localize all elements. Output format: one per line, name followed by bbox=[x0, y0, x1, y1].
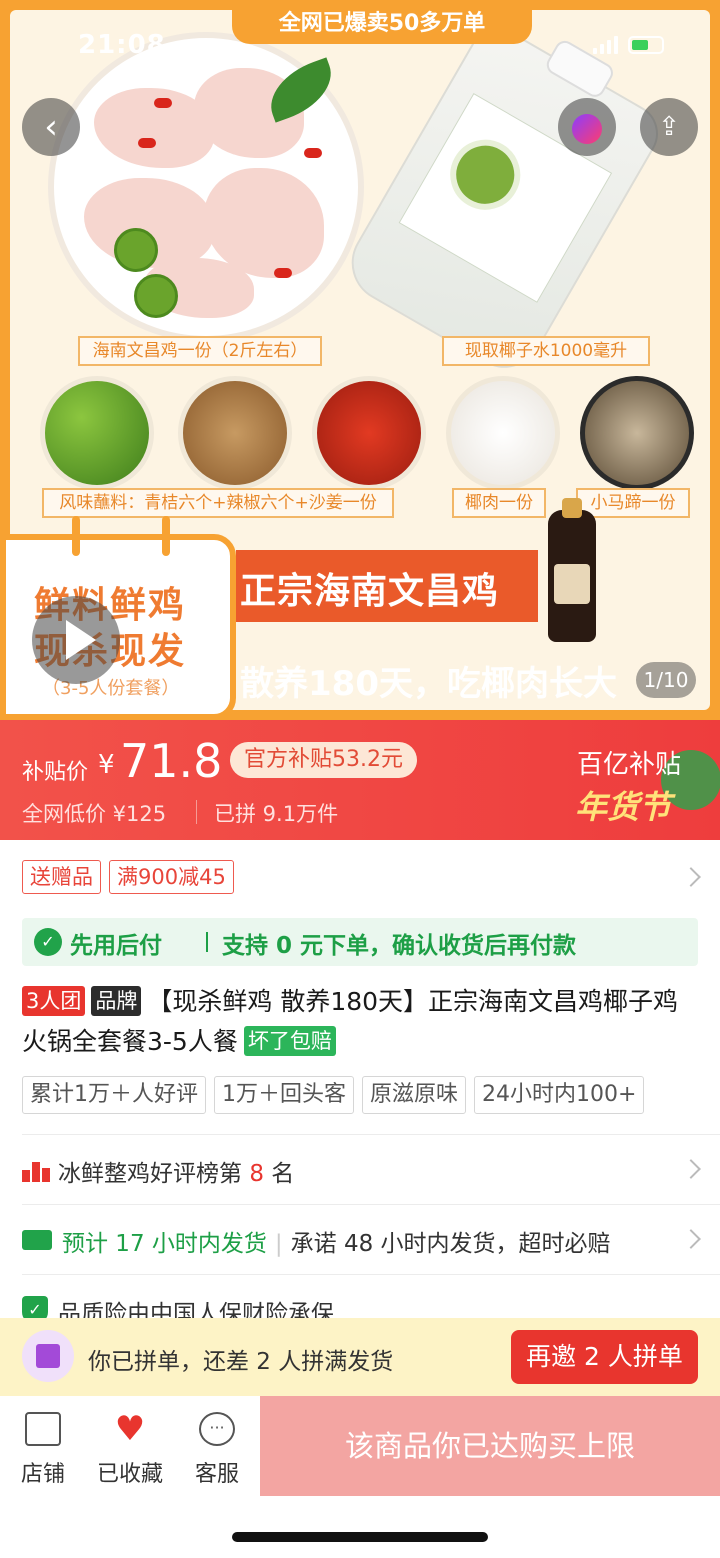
group-status-text: 你已拼单，还差 2 人拼满发货 bbox=[88, 1349, 394, 1375]
lime-image bbox=[114, 228, 158, 272]
sold-count: 已拼 9.1万件 bbox=[214, 802, 339, 826]
hero-subline: 散养180天，吃椰肉长大 bbox=[240, 664, 617, 704]
divider bbox=[22, 1134, 720, 1135]
caption-coconut-meat: 椰肉一份 bbox=[452, 488, 546, 518]
chili-slice bbox=[154, 98, 172, 108]
water-chestnut-bowl-image bbox=[580, 376, 694, 490]
divider bbox=[22, 1204, 720, 1205]
ranking-icon bbox=[22, 1158, 50, 1182]
bottom-nav: 店铺 ♥ 已收藏 ··· 客服 该商品你已达购买上限 bbox=[0, 1396, 720, 1496]
shirt-avatar-icon bbox=[22, 1330, 74, 1382]
truck-icon bbox=[22, 1230, 52, 1250]
promo-event-banner[interactable]: 百亿补贴 年货节 bbox=[545, 720, 720, 840]
home-indicator bbox=[232, 1532, 488, 1542]
chip-repeat[interactable]: 1万＋回头客 bbox=[214, 1076, 354, 1114]
product-page: 海南文昌鸡一份（2斤左右） 现取椰子水1000毫升 风味蘸料：青桔六个+辣椒六个… bbox=[0, 0, 720, 1558]
group-badge: 3人团 bbox=[22, 986, 86, 1016]
chili-slice bbox=[138, 138, 156, 148]
heart-icon: ♥ bbox=[114, 1409, 146, 1449]
product-title-block: 3人团 品牌 【现杀鲜鸡 散养180天】正宗海南文昌鸡椰子鸡火锅全套餐3-5人餐 坏了… bbox=[22, 982, 702, 1062]
image-page-indicator: 1/10 bbox=[636, 662, 696, 698]
play-video-icon[interactable] bbox=[32, 596, 120, 684]
sales-banner: 全网已爆卖50多万单 bbox=[232, 4, 532, 44]
caption-sauce: 风味蘸料：青桔六个+辣椒六个+沙姜一份 bbox=[42, 488, 394, 518]
share-icon[interactable]: ⇪ bbox=[640, 98, 698, 156]
purchase-limit-button[interactable]: 该商品你已达购买上限 bbox=[260, 1396, 720, 1496]
caption-coconut-water: 现取椰子水1000毫升 bbox=[442, 336, 650, 366]
pay-later-title: 先用后付 bbox=[70, 933, 162, 959]
tag-ring bbox=[162, 516, 170, 556]
group-buy-bar: 你已拼单，还差 2 人拼满发货 再邀 2 人拼单 bbox=[0, 1318, 720, 1396]
price-label: 补贴价 bbox=[22, 760, 89, 785]
back-button[interactable]: ‹ bbox=[22, 98, 80, 156]
brand-badge: 品牌 bbox=[91, 986, 142, 1016]
chip-shipping[interactable]: 24小时内100+ bbox=[474, 1076, 645, 1114]
nav-store[interactable]: 店铺 bbox=[3, 1396, 83, 1496]
price-bar: 补贴价 ¥ 71.8 官方补贴53.2元 全网低价 ¥125 已拼 9.1万件 … bbox=[0, 720, 720, 840]
nav-favorite-label: 已收藏 bbox=[96, 1462, 163, 1487]
coupon-gift[interactable]: 送赠品 bbox=[22, 860, 101, 894]
chip-reviews[interactable]: 累计1万＋人好评 bbox=[22, 1076, 206, 1114]
coupon-row[interactable]: 送赠品 满900减45 bbox=[22, 860, 234, 894]
ranking-row[interactable]: 冰鲜整鸡好评榜第 8 名 bbox=[22, 1138, 720, 1198]
chili-slice bbox=[274, 268, 292, 278]
review-chips: 累计1万＋人好评 1万＋回头客 原滋原味 24小时内100+ bbox=[22, 1076, 645, 1114]
nav-service-label: 客服 bbox=[194, 1462, 239, 1487]
lime-image bbox=[134, 274, 178, 318]
promo-line-1: 百亿补贴 bbox=[577, 750, 682, 780]
price-currency: ¥ bbox=[98, 750, 115, 780]
chevron-right-icon[interactable] bbox=[681, 867, 701, 887]
subsidy-badge: 官方补贴53.2元 bbox=[230, 742, 417, 778]
nav-favorite[interactable]: ♥ 已收藏 bbox=[90, 1396, 170, 1496]
shipping-text: 预计 17 小时内发货 | 承诺 48 小时内发货，超时必赔 bbox=[62, 1231, 611, 1257]
invite-group-button[interactable]: 再邀 2 人拼单 bbox=[511, 1330, 698, 1384]
chili-bowl-image bbox=[312, 376, 426, 490]
mini-app-icon[interactable] bbox=[558, 98, 616, 156]
chat-icon: ··· bbox=[199, 1412, 235, 1446]
battery-icon bbox=[628, 36, 664, 54]
status-time: 21:08 bbox=[78, 30, 166, 60]
ginger-bowl-image bbox=[178, 376, 292, 490]
promo-line-2: 年货节 bbox=[575, 788, 672, 826]
coupon-discount[interactable]: 满900减45 bbox=[109, 860, 234, 894]
nav-store-label: 店铺 bbox=[20, 1462, 65, 1487]
sauce-bottle-image bbox=[548, 498, 596, 642]
pay-later-icon: ✓ bbox=[34, 928, 62, 956]
status-icons bbox=[593, 36, 664, 54]
guarantee-badge: 坏了包赔 bbox=[243, 1026, 336, 1056]
caption-water-chestnut: 小马蹄一份 bbox=[576, 488, 690, 518]
hero-headline: 正宗海南文昌鸡 bbox=[240, 571, 500, 612]
product-image-carousel[interactable]: 海南文昌鸡一份（2斤左右） 现取椰子水1000毫升 风味蘸料：青桔六个+辣椒六个… bbox=[0, 0, 720, 720]
chili-slice bbox=[304, 148, 322, 158]
pay-later-desc: 支持 0 元下单，确认收货后再付款 bbox=[222, 933, 577, 959]
ranking-text: 冰鲜整鸡好评榜第 8 名 bbox=[58, 1161, 295, 1187]
tag-ring bbox=[72, 516, 80, 556]
shipping-row[interactable]: 预计 17 小时内发货 | 承诺 48 小时内发货，超时必赔 bbox=[22, 1208, 720, 1268]
divider bbox=[22, 1274, 720, 1275]
store-icon bbox=[25, 1412, 61, 1446]
pay-later-divider bbox=[206, 932, 208, 952]
pay-later-bar[interactable]: ✓ 先用后付 支持 0 元下单，确认收货后再付款 bbox=[22, 918, 698, 966]
nav-service[interactable]: ··· 客服 bbox=[177, 1396, 257, 1496]
price-value: 71.8 bbox=[120, 734, 223, 788]
coconut-water-bottle-image bbox=[337, 17, 669, 383]
caption-chicken: 海南文昌鸡一份（2斤左右） bbox=[78, 336, 322, 366]
coconut-meat-bowl-image bbox=[446, 376, 560, 490]
lowest-price: 全网低价 ¥125 bbox=[22, 802, 167, 826]
chip-flavor[interactable]: 原滋原味 bbox=[362, 1076, 467, 1114]
lime-bowl-image bbox=[40, 376, 154, 490]
signal-icon bbox=[593, 36, 618, 54]
price-divider bbox=[196, 800, 197, 824]
